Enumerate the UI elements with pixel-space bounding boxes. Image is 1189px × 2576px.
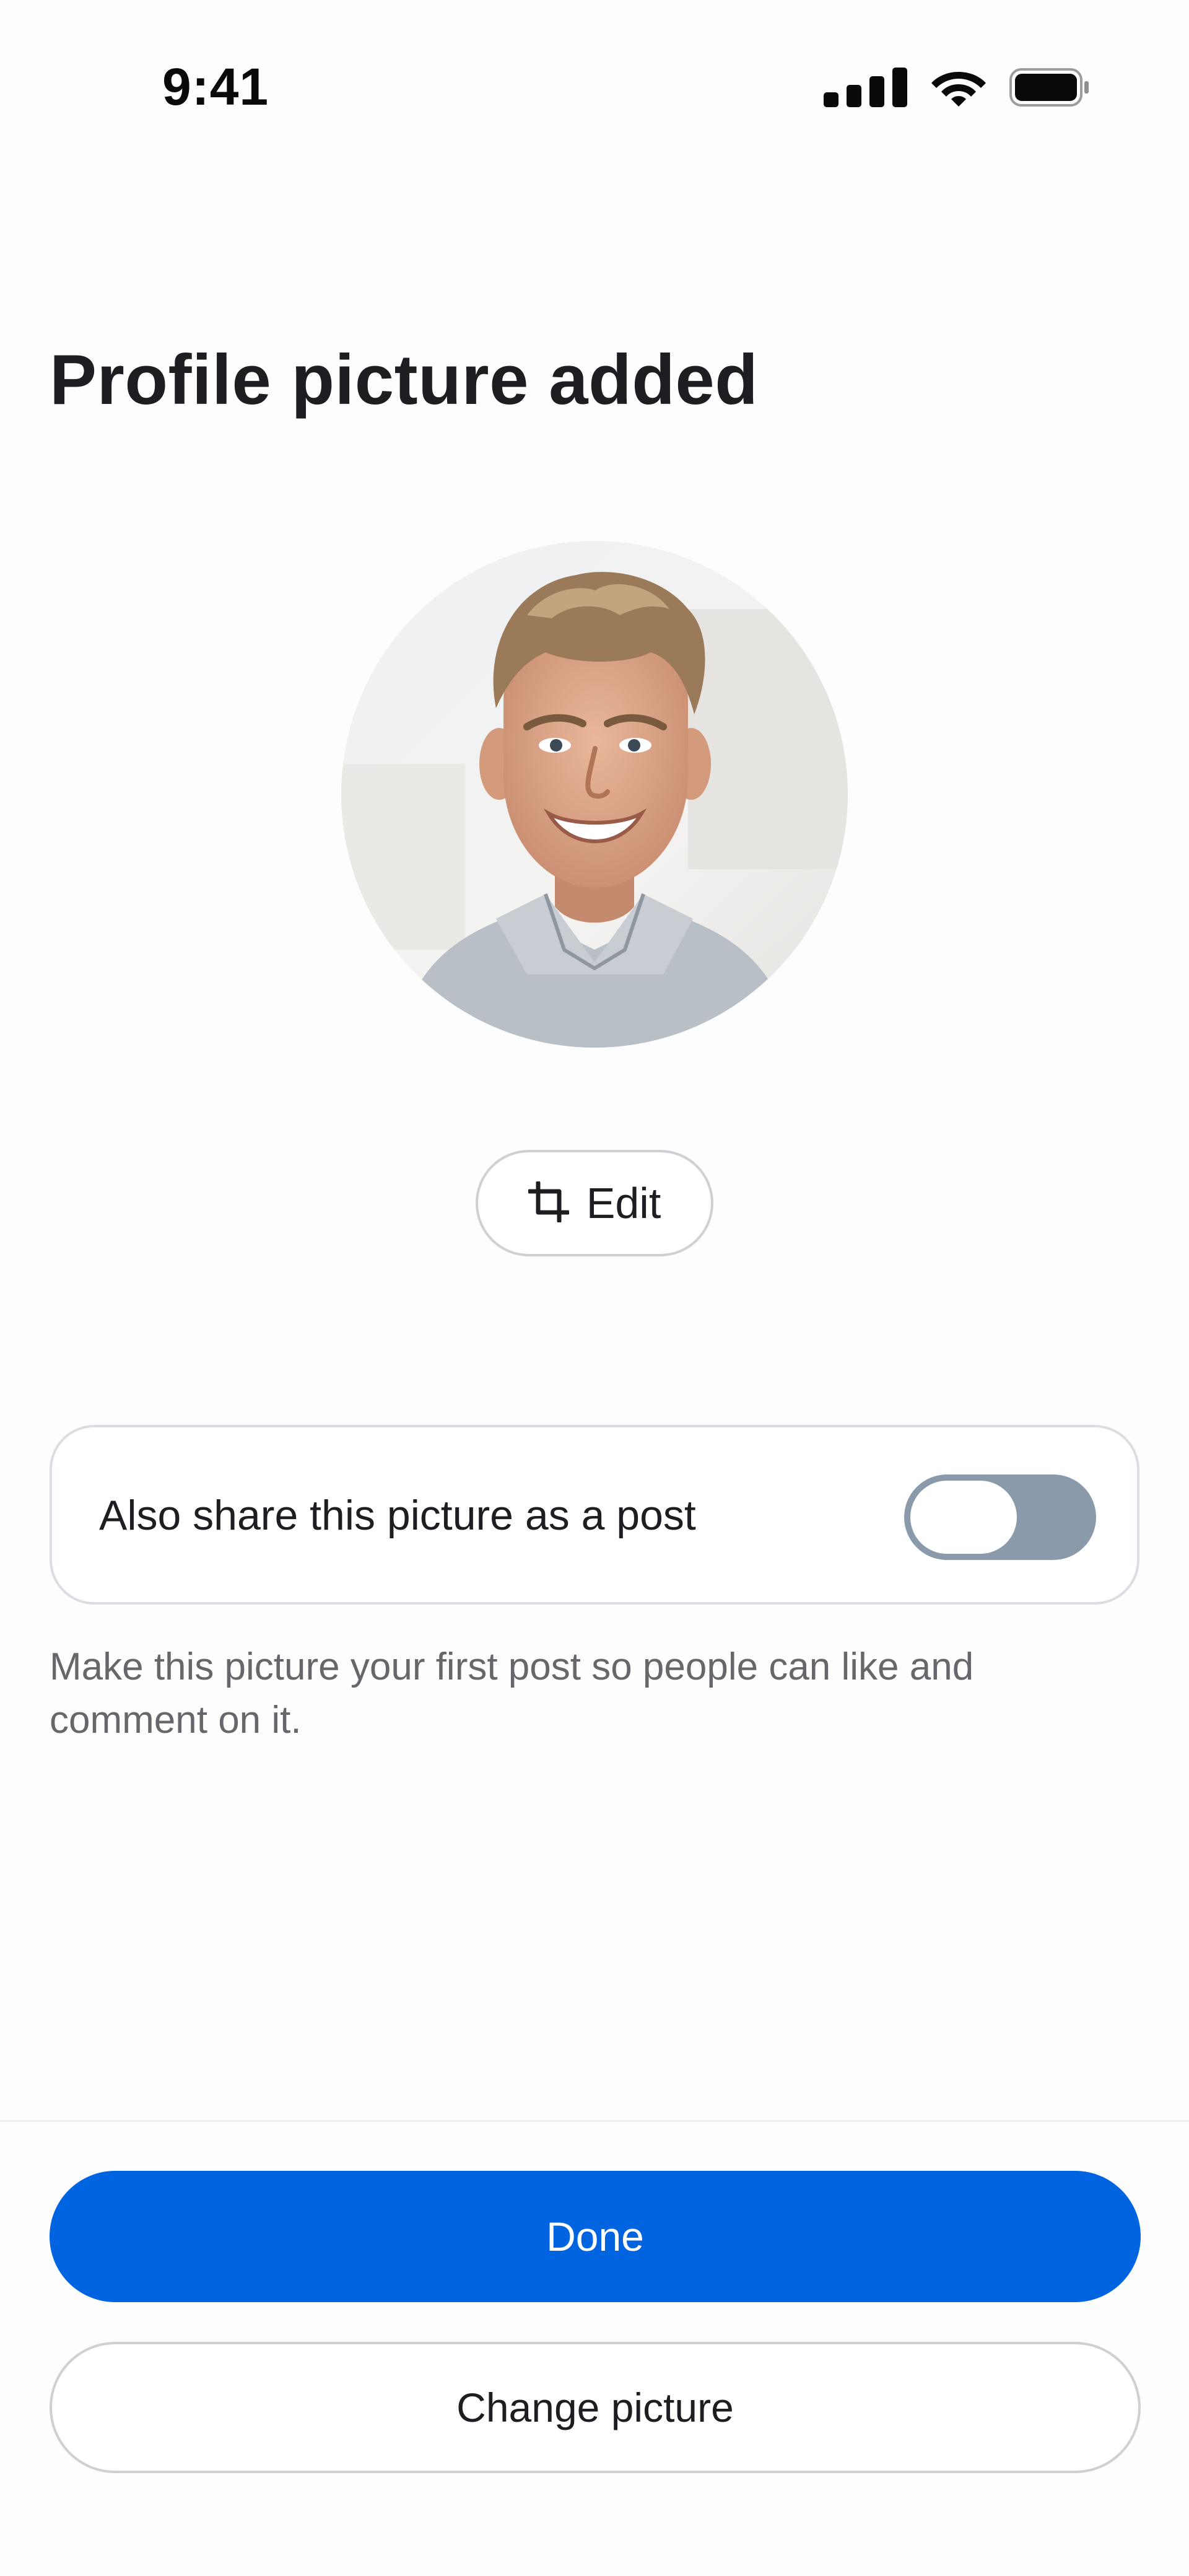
share-as-post-card: Also share this picture as a post (50, 1425, 1139, 1605)
done-button[interactable]: Done (50, 2171, 1141, 2302)
cellular-signal-icon (824, 68, 908, 110)
screen: 9:41 Profile picture added Edit Also sha… (0, 0, 1189, 2576)
page-title: Profile picture added (50, 341, 759, 419)
share-helper-text: Make this picture your first post so peo… (50, 1645, 974, 1741)
change-picture-button-label: Change picture (456, 2385, 734, 2430)
wifi-icon (930, 67, 987, 111)
share-as-post-toggle[interactable] (904, 1474, 1096, 1560)
status-bar: 9:41 (0, 0, 1189, 173)
crop-icon (527, 1180, 570, 1225)
edit-button-label: Edit (586, 1179, 661, 1227)
profile-photo (341, 541, 848, 1048)
battery-icon (1009, 68, 1090, 110)
change-picture-button[interactable]: Change picture (50, 2342, 1141, 2473)
profile-picture (341, 541, 848, 1048)
edit-picture-button[interactable]: Edit (476, 1150, 713, 1256)
share-as-post-label: Also share this picture as a post (99, 1492, 696, 1539)
footer-divider (0, 2120, 1189, 2122)
status-time: 9:41 (162, 58, 269, 116)
toggle-knob (910, 1481, 1017, 1554)
done-button-label: Done (546, 2214, 644, 2259)
status-icons (824, 67, 1090, 111)
